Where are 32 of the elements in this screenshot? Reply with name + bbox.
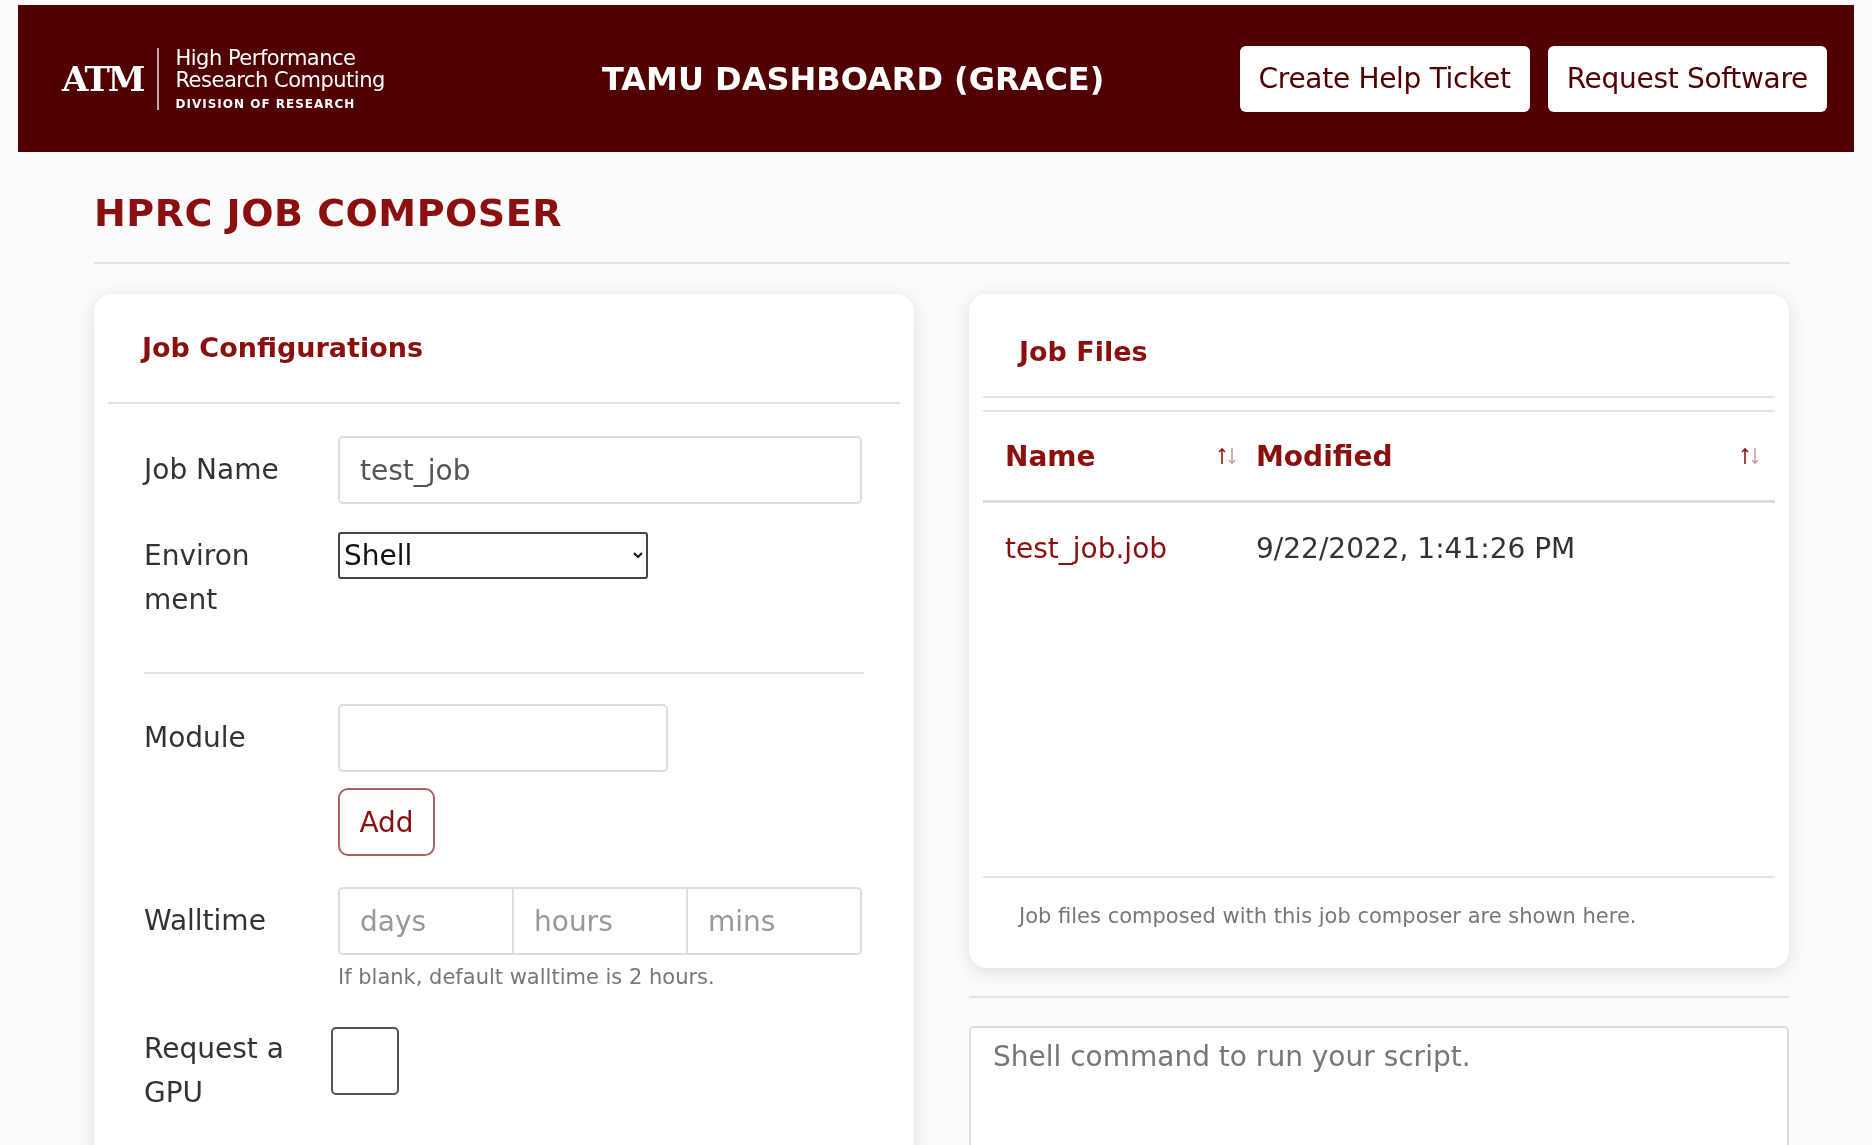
command-field[interactable]: Shell command to run your script. [969,1026,1789,1145]
walltime-field[interactable]: days [338,887,514,955]
sort-icon[interactable] [1739,447,1761,465]
walltime-field[interactable]: hours [512,887,688,955]
logo-mark: ATM [62,58,144,99]
organization-name: High Performance [175,46,357,69]
file-link[interactable]: test_job.job [983,527,1256,571]
organization-name: Research Computing [175,68,385,91]
card-title: Job Configurations [139,331,424,365]
field-label: Environment [144,538,251,618]
walltime-field[interactable]: mins [686,887,862,955]
column-header[interactable]: Name [1005,439,1096,473]
job-name-field[interactable]: test_job [338,436,862,504]
dashboard-title: TAMU DASHBOARD (GRACE) [602,59,1106,98]
field-label: Request a GPU [144,1031,285,1111]
page-title: HPRC JOB COMPOSER [94,190,563,237]
module-field[interactable] [338,704,668,772]
help-text: If blank, default walltime is 2 hours. [338,965,715,989]
environment-select[interactable]: Shell [338,532,648,579]
column-header[interactable]: Modified [1256,439,1393,473]
division-name: DIVISION OF RESEARCH [175,96,357,111]
field-label: Walltime [144,903,267,939]
table-cell-text: 9/22/2022, 1:41:26 PM [1256,531,1576,567]
gpu-checkbox[interactable] [331,1027,399,1095]
header-button[interactable]: Create Help Ticket [1239,45,1530,112]
field-label: Module [144,720,247,756]
add-button[interactable]: Add [338,788,435,856]
header-button[interactable]: Request Software [1547,45,1827,112]
field-label: Job Name [144,452,280,488]
card-title: Job Files [1016,335,1149,369]
sort-icon[interactable] [1216,447,1238,465]
footer-note: Job files composed with this job composer are shown here. [1017,903,1638,930]
